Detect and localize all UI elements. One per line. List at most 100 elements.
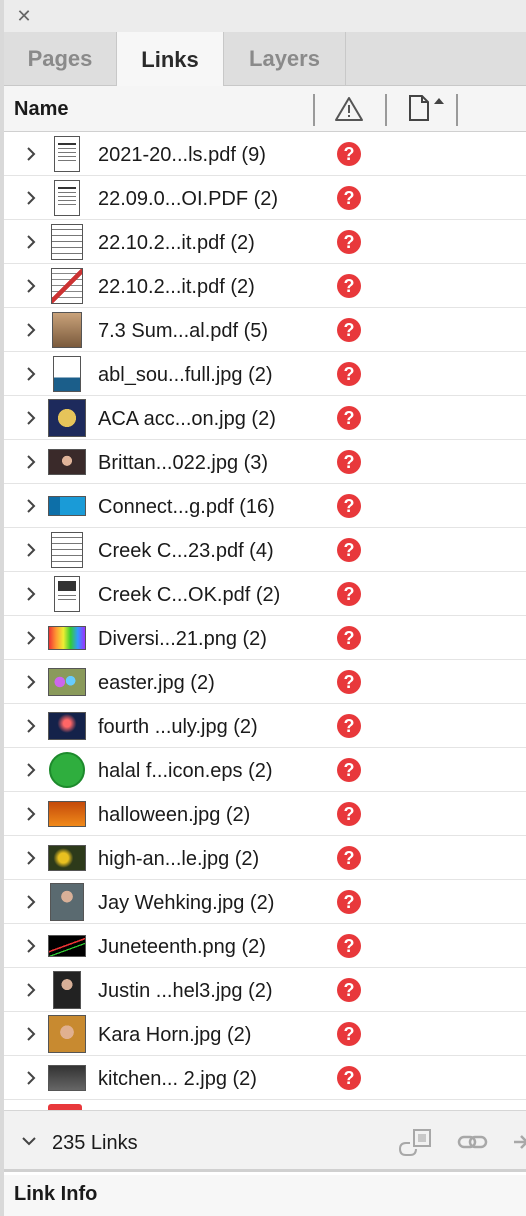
link-row[interactable]: Creek C...23.pdf (4)? [4,528,526,572]
missing-link-icon[interactable]: ? [337,538,361,562]
missing-link-icon[interactable]: ? [337,978,361,1002]
missing-link-icon[interactable]: ? [337,494,361,518]
link-thumbnail [48,487,86,525]
missing-link-icon[interactable]: ? [337,230,361,254]
link-row[interactable]: fourth ...uly.jpg (2)? [4,704,526,748]
missing-link-icon[interactable]: ? [337,142,361,166]
link-thumbnail [48,223,86,261]
missing-link-icon[interactable]: ? [337,406,361,430]
link-row[interactable]: halal f...icon.eps (2)? [4,748,526,792]
chevron-right-icon[interactable] [24,320,38,340]
chevron-right-icon[interactable] [24,232,38,252]
link-info-section: Link Info [4,1175,526,1216]
missing-link-icon[interactable]: ? [337,1022,361,1046]
chevron-right-icon[interactable] [24,408,38,428]
link-name: kitchen... 2.jpg (2) [98,1068,257,1090]
chevron-right-icon[interactable] [24,496,38,516]
missing-link-icon[interactable]: ? [337,1066,361,1090]
warning-triangle-icon[interactable] [334,95,364,123]
link-row[interactable]: abl_sou...full.jpg (2)? [4,352,526,396]
links-list: 2021-20...ls.pdf (9)? 22.09.0...OI.PDF (2… [4,132,526,1108]
chevron-right-icon[interactable] [24,364,38,384]
chevron-right-icon[interactable] [24,980,38,1000]
chevron-right-icon[interactable] [24,892,38,912]
link-name: Connect...g.pdf (16) [98,496,275,518]
chevron-right-icon[interactable] [24,188,38,208]
tab-bar: Pages Links Layers [4,32,526,87]
missing-link-icon[interactable]: ? [337,670,361,694]
link-thumbnail [48,443,86,481]
chevron-right-icon[interactable] [24,1024,38,1044]
link-name: Kara Horn.jpg (2) [98,1024,252,1046]
link-name: Brittan...022.jpg (3) [98,452,269,474]
link-row[interactable]: Justin ...hel3.jpg (2)? [4,968,526,1012]
link-row[interactable]: easter.jpg (2)? [4,660,526,704]
link-thumbnail [48,1059,86,1097]
link-row[interactable]: Juneteenth.png (2)? [4,924,526,968]
link-row[interactable]: halloween.jpg (2)? [4,792,526,836]
link-row[interactable]: 22.10.2...it.pdf (2)? [4,264,526,308]
column-name-header[interactable]: Name [14,86,68,132]
chevron-right-icon[interactable] [24,452,38,472]
link-row[interactable]: ACA acc...on.jpg (2)? [4,396,526,440]
link-row[interactable]: Creek C...OK.pdf (2)? [4,572,526,616]
chevron-right-icon[interactable] [24,584,38,604]
link-row[interactable]: 7.3 Sum...al.pdf (5)? [4,308,526,352]
column-header: Name [4,86,526,132]
link-row[interactable]: high-an...le.jpg (2)? [4,836,526,880]
missing-link-icon[interactable]: ? [337,450,361,474]
link-row[interactable]: kitchen... 2.jpg (2)? [4,1056,526,1100]
missing-link-icon[interactable]: ? [337,362,361,386]
missing-link-icon[interactable]: ? [337,890,361,914]
chevron-right-icon[interactable] [24,804,38,824]
link-row[interactable]: 22.09.0...OI.PDF (2)? [4,176,526,220]
missing-link-icon[interactable]: ? [337,186,361,210]
column-divider[interactable] [385,94,387,126]
link-thumbnail [48,927,86,965]
link-row[interactable]: Jay Wehking.jpg (2)? [4,880,526,924]
chevron-right-icon[interactable] [24,540,38,560]
link-name: 22.10.2...it.pdf (2) [98,276,255,298]
chevron-right-icon[interactable] [24,760,38,780]
link-row[interactable]: 22.10.2...it.pdf (2)? [4,220,526,264]
link-row[interactable]: 2021-20...ls.pdf (9)? [4,132,526,176]
missing-link-icon[interactable]: ? [337,582,361,606]
missing-link-icon[interactable]: ? [337,714,361,738]
close-icon[interactable]: ✕ [14,6,34,26]
link-row[interactable]: Connect...g.pdf (16)? [4,484,526,528]
relink-to-folder-icon[interactable] [396,1127,436,1157]
chevron-right-icon[interactable] [24,276,38,296]
tab-pages[interactable]: Pages [4,32,117,86]
missing-link-icon[interactable]: ? [337,626,361,650]
chevron-right-icon[interactable] [24,672,38,692]
missing-link-icon[interactable]: ? [337,318,361,342]
link-info-title[interactable]: Link Info [14,1183,97,1206]
go-to-link-icon[interactable] [456,1127,490,1157]
links-count: 235 Links [52,1132,138,1154]
chevron-right-icon[interactable] [24,144,38,164]
column-divider[interactable] [313,94,315,126]
chevron-down-icon[interactable] [20,1135,38,1147]
missing-link-icon[interactable]: ? [337,846,361,870]
chevron-right-icon[interactable] [24,848,38,868]
tab-links[interactable]: Links [117,32,224,87]
chevron-right-icon[interactable] [24,628,38,648]
link-row[interactable]: Diversi...21.png (2)? [4,616,526,660]
chevron-right-icon[interactable] [24,716,38,736]
column-divider[interactable] [456,94,458,126]
missing-link-icon[interactable]: ? [337,758,361,782]
page-sort-icon[interactable] [408,94,456,124]
missing-link-icon[interactable]: ? [337,934,361,958]
link-row[interactable]: Brittan...022.jpg (3)? [4,440,526,484]
link-name: 7.3 Sum...al.pdf (5) [98,320,269,342]
update-link-icon[interactable] [512,1127,526,1157]
links-footer: 235 Links [4,1110,526,1172]
chevron-right-icon[interactable] [24,1068,38,1088]
link-thumbnail [48,839,86,877]
link-name: halloween.jpg (2) [98,804,251,826]
chevron-right-icon[interactable] [24,936,38,956]
link-row[interactable]: Kara Horn.jpg (2)? [4,1012,526,1056]
missing-link-icon[interactable]: ? [337,802,361,826]
missing-link-icon[interactable]: ? [337,274,361,298]
tab-layers[interactable]: Layers [224,32,346,86]
